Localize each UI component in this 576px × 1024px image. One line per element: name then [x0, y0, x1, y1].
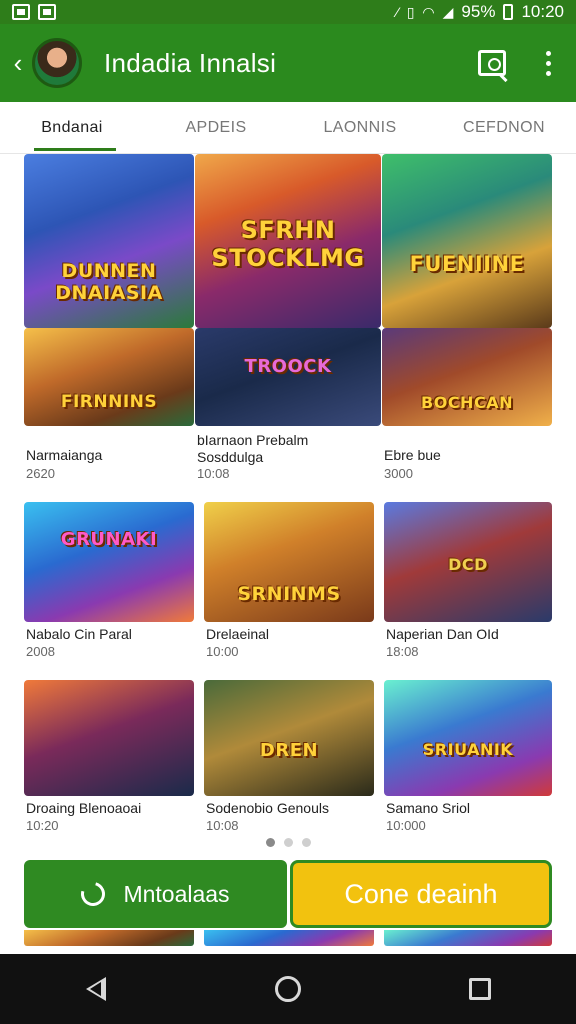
game-thumbnail: DREN	[204, 680, 374, 796]
game-meta: 3000	[384, 466, 413, 481]
game-thumbnail: BOCHCAN	[382, 328, 552, 426]
avatar[interactable]	[32, 38, 82, 88]
thumbnail-title: FIRNNINS	[60, 392, 158, 413]
page-dot[interactable]	[265, 838, 275, 847]
call-action-button[interactable]: Mntoalaas	[24, 860, 287, 928]
status-bar: ⁄ ▯ ◠ ◢ 95% 10:20	[0, 0, 576, 24]
nav-back-button[interactable]	[66, 959, 126, 1019]
game-meta: 2008	[26, 644, 55, 659]
thumbnail-title: DUNNEN DNAIASIA	[55, 259, 163, 304]
game-thumbnail: DUNNEN DNAIASIA	[24, 154, 194, 328]
app-bar: ‹ Indadia Innalsi	[0, 24, 576, 102]
game-thumbnail: FUENIINE	[382, 154, 552, 328]
thumbnail-title: SRNINMS	[237, 583, 341, 606]
clock: 10:20	[521, 2, 564, 21]
game-thumbnail: DCD	[384, 502, 552, 622]
vibrate-icon: ▯	[406, 4, 415, 20]
nav-recents-icon	[469, 978, 491, 1000]
call-action-label: Mntoalaas	[123, 880, 230, 907]
game-thumbnail: SFRHN STOCKLMG	[195, 154, 381, 328]
battery-percent: 95%	[461, 2, 496, 21]
page-indicator	[0, 838, 576, 847]
notification-icon	[12, 4, 30, 20]
thumbnail-title: FUENIINE	[409, 251, 525, 276]
game-thumbnail-peek	[384, 930, 552, 946]
nav-home-icon	[275, 976, 301, 1002]
game-card[interactable]: DCD Naperian Dan OId 18:08	[384, 502, 552, 662]
game-title: bIarnaon Prebalm Sosddulga	[197, 432, 309, 465]
system-nav-bar	[0, 954, 576, 1024]
more-vert-icon	[545, 50, 551, 76]
nav-recents-button[interactable]	[450, 959, 510, 1019]
wifi-icon: ◠	[422, 4, 435, 20]
game-card[interactable]: SRIUANIK Samano Sriol 10:000	[384, 680, 552, 836]
game-meta: 10:20	[26, 818, 59, 833]
more-options-button[interactable]	[520, 24, 576, 102]
search-icon	[478, 50, 506, 76]
back-arrow-icon[interactable]: ‹	[6, 24, 30, 102]
thumbnail-title: DCD	[448, 555, 488, 574]
nav-back-icon	[86, 977, 106, 1001]
secondary-action-label: Cone deainh	[344, 878, 498, 909]
secondary-action-button[interactable]: Cone deainh	[290, 860, 552, 928]
thumbnail-title: SFRHN STOCKLMG	[211, 216, 365, 273]
thumbnail-title: BOCHCAN	[421, 393, 513, 413]
tab-laonnis[interactable]: LAONNIS	[288, 102, 432, 153]
mute-icon: ⁄	[396, 4, 399, 20]
game-thumbnail-peek	[24, 930, 194, 946]
game-meta: 10:000	[386, 818, 426, 833]
game-title: Drelaeinal	[206, 626, 270, 642]
game-card[interactable]: DREN Sodenobio Genouls 10:08	[204, 680, 374, 836]
game-thumbnail: SRIUANIK	[384, 680, 552, 796]
signal-icon: ◢	[442, 4, 454, 20]
game-thumbnail: GRUNAKI	[24, 502, 194, 622]
image-notification-icon	[38, 4, 56, 20]
game-thumbnail: FIRNNINS	[24, 328, 194, 426]
thumbnail-title: SRIUANIK	[422, 739, 514, 759]
game-meta: 10:08	[197, 466, 230, 481]
tab-cefdnon[interactable]: CEFDNON	[432, 102, 576, 153]
game-card[interactable]: FUENIINE BOCHCAN Ebre bue 3000	[382, 154, 552, 481]
game-title: Samano Sriol	[386, 800, 471, 816]
game-thumbnail	[24, 680, 194, 796]
tab-bar: Bndanai APDEIS LAONNIS CEFDNON	[0, 102, 576, 154]
game-thumbnail-peek	[204, 930, 374, 946]
game-card[interactable]: Droaing Blenoaoai 10:20	[24, 680, 194, 836]
game-title: Droaing Blenoaoai	[26, 800, 142, 816]
game-meta: 10:00	[206, 644, 239, 659]
nav-home-button[interactable]	[258, 959, 318, 1019]
game-meta: 18:08	[386, 644, 419, 659]
game-card[interactable]: DUNNEN DNAIASIA FIRNNINS Narmaianga 2620	[24, 154, 194, 481]
game-thumbnail: TROOCK	[195, 328, 381, 426]
game-meta: 2620	[26, 466, 55, 481]
game-card[interactable]: SFRHN STOCKLMG TROOCK bIarnaon Prebalm S…	[195, 154, 381, 481]
thumbnail-title: TROOCK	[244, 356, 332, 377]
page-dot[interactable]	[301, 838, 311, 847]
tab-bndanai[interactable]: Bndanai	[0, 102, 144, 153]
game-meta: 10:08	[206, 818, 239, 833]
game-title: Narmaianga	[26, 447, 103, 463]
thumbnail-title: GRUNAKI	[60, 529, 158, 550]
app-screen: ⁄ ▯ ◠ ◢ 95% 10:20 ‹ Indadia Innalsi Bnda…	[0, 0, 576, 1024]
app-title: Indadia Innalsi	[104, 47, 277, 78]
game-card[interactable]: GRUNAKI Nabalo Cin Paral 2008	[24, 502, 194, 662]
page-dot[interactable]	[283, 838, 293, 847]
phone-icon	[77, 877, 110, 911]
thumbnail-title: DREN	[259, 740, 319, 762]
tab-apdeis[interactable]: APDEIS	[144, 102, 288, 153]
game-thumbnail: SRNINMS	[204, 502, 374, 622]
game-title: Nabalo Cin Paral	[26, 626, 132, 642]
game-title: Ebre bue	[384, 447, 441, 463]
game-card[interactable]: SRNINMS Drelaeinal 10:00	[204, 502, 374, 662]
battery-icon	[503, 4, 514, 20]
game-title: Sodenobio Genouls	[206, 800, 329, 816]
game-title: Naperian Dan OId	[386, 626, 499, 642]
search-button[interactable]	[464, 24, 520, 102]
